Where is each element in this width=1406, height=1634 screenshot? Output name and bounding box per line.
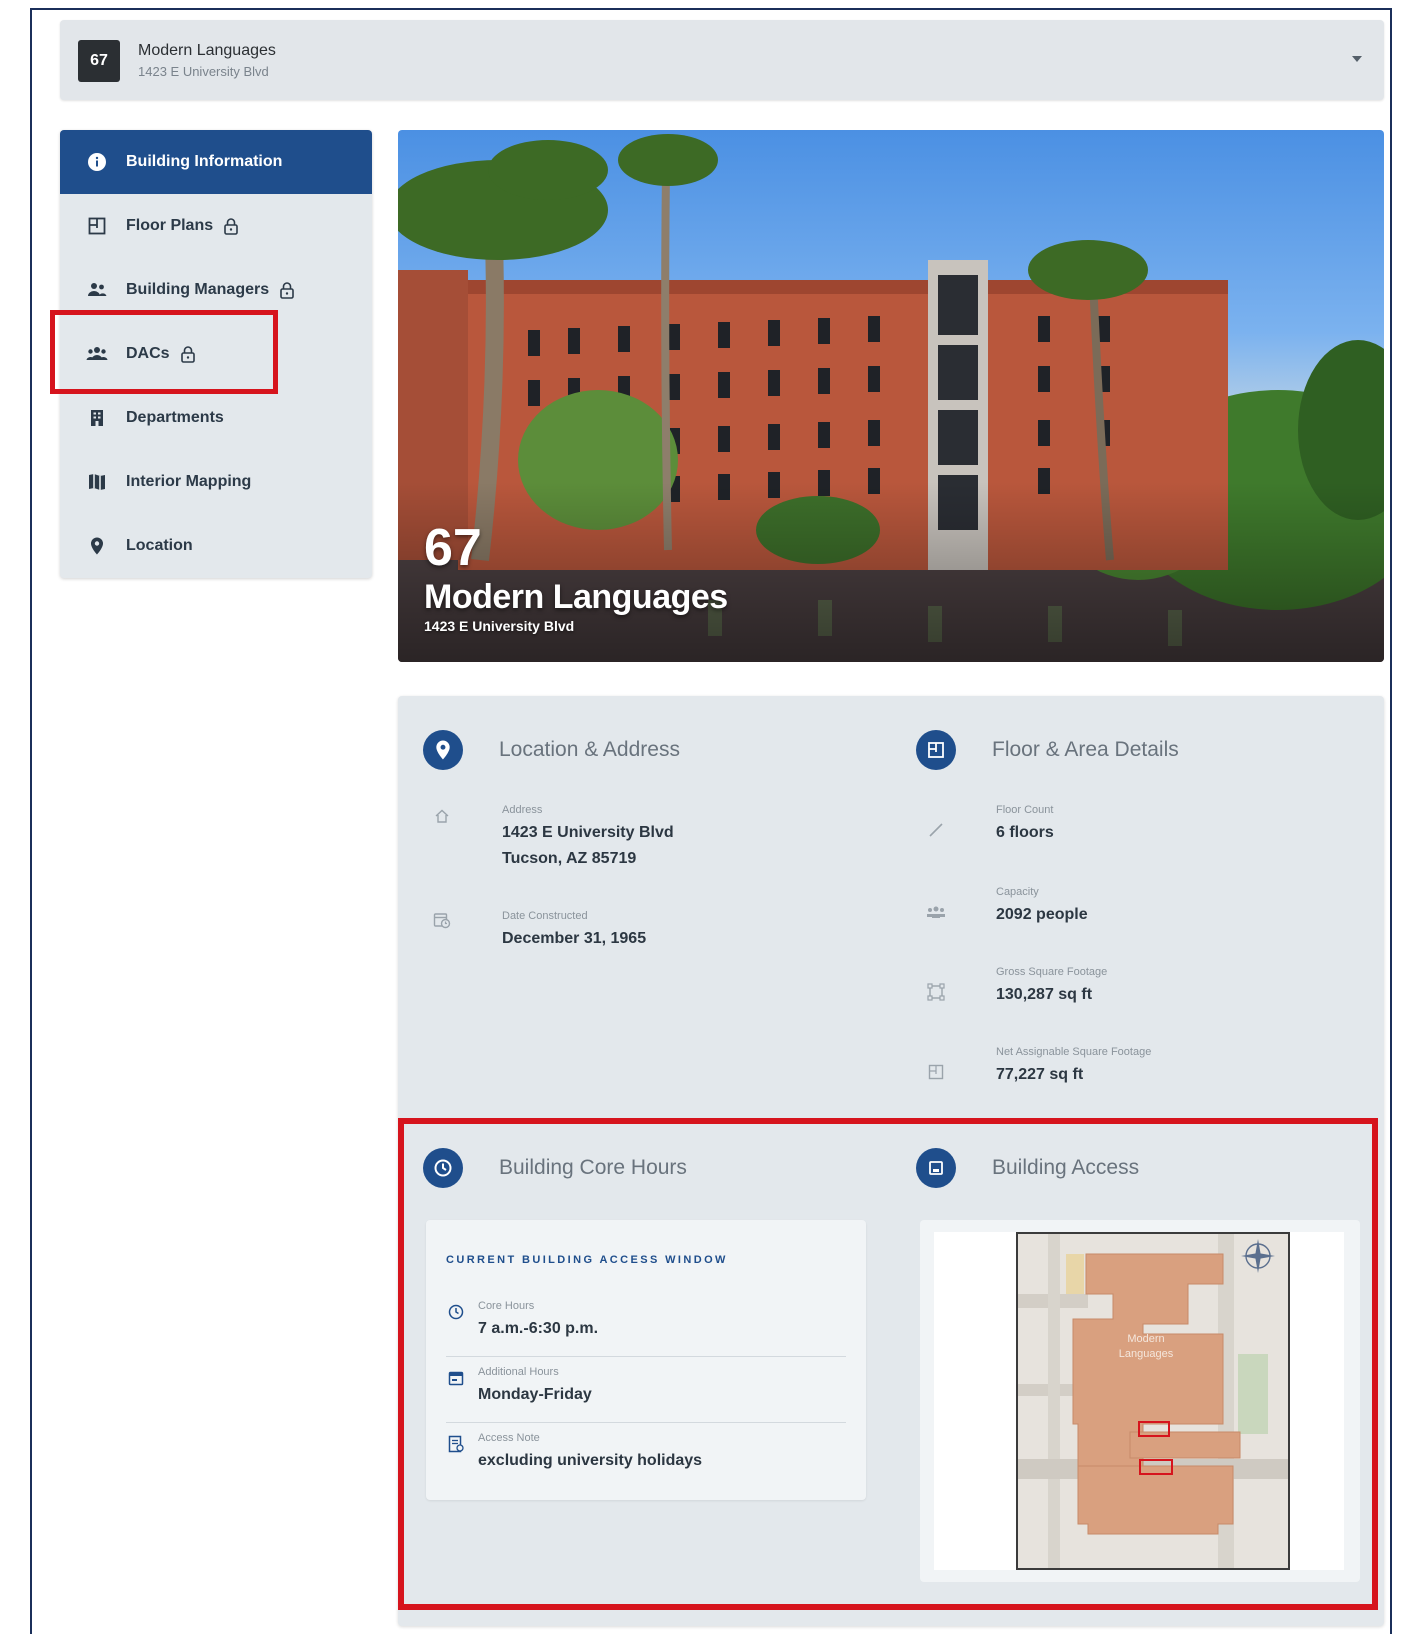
additional-hours-label: Additional Hours [478, 1366, 559, 1378]
sidebar-item-label: DACs [126, 345, 170, 362]
sidebar-item-building-managers[interactable]: Building Managers [60, 258, 372, 322]
sidebar-item-label: Building Information [126, 153, 283, 170]
stairs-icon [926, 820, 946, 840]
sidebar-item-label: Interior Mapping [126, 473, 252, 490]
access-map-container: Modern Languages [934, 1232, 1344, 1570]
hero-building-name: Modern Languages [424, 578, 728, 616]
sidebar-item-floor-plans[interactable]: Floor Plans [60, 194, 372, 258]
hours-section-icon [423, 1148, 463, 1188]
date-constructed-value: December 31, 1965 [502, 930, 647, 947]
additional-hours-row: Additional Hours Monday-Friday [446, 1358, 846, 1422]
sidebar-item-dacs[interactable]: DACs [60, 322, 372, 386]
access-window-heading: CURRENT BUILDING ACCESS WINDOW [446, 1254, 728, 1266]
floor-plan-icon [928, 742, 944, 758]
people-icon [926, 902, 946, 922]
floor-plan-icon [86, 215, 108, 237]
building-icon [86, 407, 108, 429]
pin-icon [86, 535, 108, 557]
core-hours-label: Core Hours [478, 1300, 535, 1312]
sidebar-item-location[interactable]: Location [60, 514, 372, 578]
access-section-title: Building Access [992, 1156, 1140, 1179]
sidebar-nav: Building Information Floor Plans Buildin… [60, 130, 372, 578]
clock-icon [446, 1302, 466, 1322]
access-note-value: excluding university holidays [478, 1452, 703, 1469]
info-icon [86, 151, 108, 173]
hero-building-address: 1423 E University Blvd [424, 618, 575, 634]
net-sqft-label: Net Assignable Square Footage [996, 1046, 1152, 1058]
note-icon [446, 1434, 466, 1454]
capacity-value: 2092 people [996, 906, 1088, 923]
hero-building-number: 67 [424, 519, 482, 577]
divider [446, 1422, 846, 1423]
address-label: Address [502, 804, 543, 816]
capacity-label: Capacity [996, 886, 1039, 898]
sidebar-item-departments[interactable]: Departments [60, 386, 372, 450]
group-icon [86, 343, 108, 365]
divider [446, 1356, 846, 1357]
building-details-card: Location & Address Address 1423 E Univer… [398, 696, 1384, 1626]
pin-icon [436, 740, 450, 760]
sidebar-item-label: Departments [126, 409, 224, 426]
building-address: 1423 E University Blvd [138, 64, 269, 79]
access-map-card: Modern Languages [920, 1220, 1360, 1582]
sidebar-item-interior-mapping[interactable]: Interior Mapping [60, 450, 372, 514]
floor-count-value: 6 floors [996, 824, 1054, 841]
building-selector[interactable]: 67 Modern Languages 1423 E University Bl… [60, 20, 1384, 100]
floor-count-label: Floor Count [996, 804, 1054, 816]
access-map-drawing: Modern Languages [1018, 1234, 1288, 1568]
map-building-label-line2: Languages [1119, 1348, 1174, 1360]
net-area-icon [926, 1062, 946, 1082]
home-icon [432, 806, 452, 826]
map-icon [86, 471, 108, 493]
lock-icon [279, 281, 295, 299]
location-section-title: Location & Address [499, 738, 680, 761]
sidebar-item-label: Building Managers [126, 281, 270, 298]
core-hours-row: Core Hours 7 a.m.-6:30 p.m. [446, 1292, 846, 1356]
calendar-history-icon [432, 910, 452, 930]
location-section-icon [423, 730, 463, 770]
gross-sqft-value: 130,287 sq ft [996, 986, 1093, 1003]
floor-section-title: Floor & Area Details [992, 738, 1179, 761]
access-note-label: Access Note [478, 1432, 540, 1444]
lock-icon [180, 345, 196, 363]
lock-icon [223, 217, 239, 235]
access-note-row: Access Note excluding university holiday… [446, 1424, 846, 1488]
date-constructed-label: Date Constructed [502, 910, 588, 922]
building-photo: 67 Modern Languages 1423 E University Bl… [398, 130, 1384, 662]
building-name: Modern Languages [138, 42, 276, 59]
floor-section-icon [916, 730, 956, 770]
sidebar-item-label: Location [126, 537, 193, 554]
map-building-label-line1: Modern [1127, 1333, 1164, 1345]
hours-section-title: Building Core Hours [499, 1156, 687, 1179]
sidebar-item-building-information[interactable]: Building Information [60, 130, 372, 194]
access-window-card: CURRENT BUILDING ACCESS WINDOW Core Hour… [426, 1220, 866, 1500]
managers-icon [86, 279, 108, 301]
additional-hours-value: Monday-Friday [478, 1386, 592, 1403]
square-footage-icon [926, 982, 946, 1002]
address-line1: 1423 E University Blvd [502, 824, 674, 841]
address-line2: Tucson, AZ 85719 [502, 850, 637, 867]
gross-sqft-label: Gross Square Footage [996, 966, 1108, 978]
core-hours-value: 7 a.m.-6:30 p.m. [478, 1320, 599, 1337]
clock-icon [434, 1159, 452, 1177]
door-icon [929, 1161, 943, 1175]
hero-shade [398, 482, 1384, 662]
sidebar-item-label: Floor Plans [126, 217, 214, 234]
calendar-icon [446, 1368, 466, 1388]
access-map[interactable]: Modern Languages [1016, 1232, 1290, 1570]
net-sqft-value: 77,227 sq ft [996, 1066, 1084, 1083]
access-section-icon [916, 1148, 956, 1188]
chevron-down-icon[interactable] [1352, 56, 1362, 62]
building-number-badge: 67 [78, 40, 120, 82]
